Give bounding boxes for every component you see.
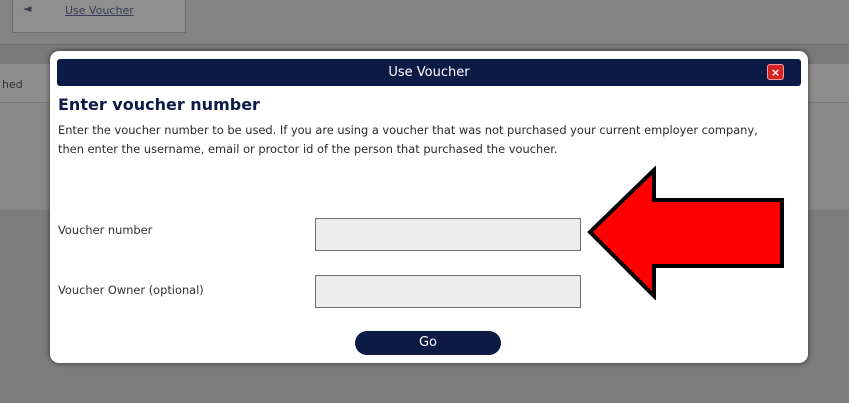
voucher-number-input[interactable] [315,218,581,251]
background-tab-link: Use Voucher [65,4,134,17]
dialog-title: Use Voucher [388,65,470,80]
voucher-owner-input[interactable] [315,275,581,308]
voucher-owner-label: Voucher Owner (optional) [58,283,204,297]
background-tab-arrow-icon: ◄ [23,2,32,15]
red-arrow-icon [587,166,784,300]
go-button[interactable]: Go [355,331,501,355]
voucher-number-label: Voucher number [58,223,153,237]
instructions-text: Enter the voucher number to be used. If … [58,123,758,156]
background-panel-text: hed [2,78,23,91]
close-button[interactable]: × [767,64,784,80]
section-heading: Enter voucher number [58,95,260,114]
dialog-titlebar: Use Voucher × [57,59,801,86]
background-tab: ◄ Use Voucher [12,0,186,33]
background-divider [0,44,849,45]
close-icon: × [770,66,781,79]
